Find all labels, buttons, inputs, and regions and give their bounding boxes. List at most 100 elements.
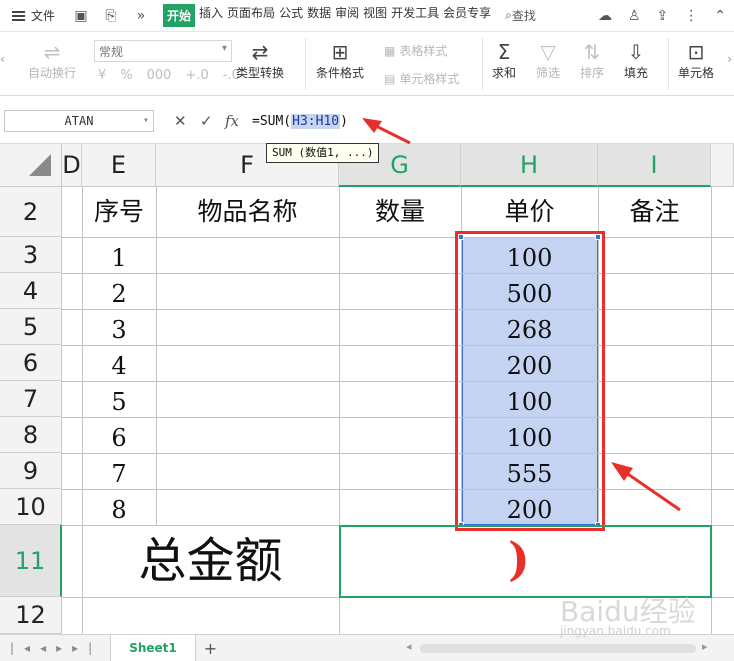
gridline — [62, 453, 734, 454]
cell-i2[interactable]: 备注 — [598, 187, 711, 237]
sigma-icon: Σ — [497, 40, 511, 64]
row-header-9[interactable]: 9 — [0, 453, 62, 489]
thousands-button[interactable]: 000 — [147, 68, 172, 83]
filter-button[interactable]: ▽ 筛选 — [536, 40, 560, 81]
name-box[interactable]: ATAN — [4, 110, 154, 132]
tab-developer[interactable]: 开发工具 — [391, 4, 439, 27]
file-menu[interactable]: 文件 — [12, 7, 57, 24]
share-icon[interactable]: ⇪ — [657, 8, 669, 24]
row-header-11[interactable]: 11 — [0, 525, 62, 597]
cell-h2[interactable]: 单价 — [461, 187, 598, 237]
sort-button[interactable]: ⇅ 排序 — [580, 40, 604, 81]
formula-input[interactable]: =SUM(H3:H10) — [252, 110, 348, 132]
row-header-12[interactable]: 12 — [0, 597, 62, 634]
cell-style-button[interactable]: ▤ 单元格样式 — [384, 70, 459, 87]
currency-button[interactable]: ¥ — [98, 68, 106, 83]
formula-bar: ATAN ✕ ✓ fx =SUM(H3:H10) — [0, 96, 734, 144]
table-style-icon: ▦ — [384, 43, 396, 58]
cell-e4[interactable]: 2 — [82, 273, 156, 309]
number-format-buttons: ¥ % 000 +.0 -.0 — [98, 68, 240, 83]
conditional-format-button[interactable]: ⊞ 条件格式 — [316, 40, 364, 81]
formula-prefix: =SUM( — [252, 113, 292, 129]
cell-e3[interactable]: 1 — [82, 237, 156, 273]
scroll-right-icon[interactable]: ▸ — [702, 640, 708, 653]
row-header-3[interactable]: 3 — [0, 237, 62, 273]
row-header-6[interactable]: 6 — [0, 345, 62, 381]
collapse-icon[interactable]: ⌃ — [714, 8, 726, 24]
cell-style-icon: ▤ — [384, 71, 396, 86]
auto-wrap-button[interactable]: ⇌ 自动换行 — [28, 40, 76, 81]
tab-insert[interactable]: 插入 — [199, 4, 223, 27]
sum-button[interactable]: Σ 求和 — [492, 40, 516, 81]
fx-icon[interactable]: fx — [225, 112, 239, 130]
tab-review[interactable]: 审阅 — [335, 4, 359, 27]
sheet-tab-sheet1[interactable]: Sheet1 — [110, 634, 196, 661]
cell-e9[interactable]: 7 — [82, 453, 156, 489]
cell-e10[interactable]: 8 — [82, 489, 156, 525]
tab-data[interactable]: 数据 — [307, 4, 331, 27]
cloud-icon[interactable]: ☁ — [598, 8, 612, 24]
cell-e6[interactable]: 4 — [82, 345, 156, 381]
grid-icon: ⊞ — [331, 40, 349, 64]
increase-decimal-button[interactable]: +.0 — [185, 68, 208, 83]
column-header-i[interactable]: I — [598, 144, 711, 187]
cell-g2[interactable]: 数量 — [339, 187, 461, 237]
tab-view[interactable]: 视图 — [363, 4, 387, 27]
number-format-select[interactable]: 常规 — [94, 40, 232, 62]
cancel-icon[interactable]: ✕ — [174, 112, 187, 130]
more-icon[interactable]: ⋮ — [684, 8, 698, 24]
column-header-h[interactable]: H — [461, 144, 598, 187]
search-box[interactable]: ⌕ 查找 — [505, 7, 536, 24]
tab-home[interactable]: 开始 — [163, 4, 196, 27]
range-highlight-box — [455, 231, 605, 531]
confirm-icon[interactable]: ✓ — [200, 112, 213, 130]
cell-button[interactable]: ⊡ 单元格 — [678, 40, 714, 81]
ribbon-scroll-left-icon[interactable]: ‹ — [0, 52, 5, 66]
user-icon[interactable]: ♙ — [628, 8, 641, 24]
fill-button[interactable]: ⇩ 填充 — [624, 40, 648, 81]
cell-e5[interactable]: 3 — [82, 309, 156, 345]
gridline — [62, 237, 734, 238]
sum-label: 求和 — [492, 66, 517, 80]
cell-e8[interactable]: 6 — [82, 417, 156, 453]
row-header-4[interactable]: 4 — [0, 273, 62, 309]
scroll-left-icon[interactable]: ◂ — [406, 640, 412, 653]
row-header-5[interactable]: 5 — [0, 309, 62, 345]
column-header-j[interactable] — [711, 144, 734, 187]
tab-formulas[interactable]: 公式 — [279, 4, 303, 27]
ribbon-scroll-right-icon[interactable]: › — [727, 52, 732, 66]
wrap-icon: ⇌ — [43, 40, 61, 64]
row-header-2[interactable]: 2 — [0, 187, 62, 237]
formula-in-cell: ) — [508, 532, 530, 586]
row-header-8[interactable]: 8 — [0, 417, 62, 453]
add-sheet-button[interactable]: + — [204, 639, 217, 658]
horizontal-scrollbar[interactable] — [420, 644, 696, 653]
undo-history-icon[interactable]: ⎘ — [103, 8, 119, 24]
select-all-corner[interactable] — [0, 144, 62, 187]
gridline — [62, 489, 734, 490]
column-header-e[interactable]: E — [82, 144, 156, 187]
ribbon-toolbar: ‹ ⇌ 自动换行 常规 ¥ % 000 +.0 -.0 ⇄ 类型转换 ⊞ 条件格… — [0, 32, 734, 96]
ribbon-divider — [482, 38, 483, 90]
hamburger-icon — [12, 10, 25, 21]
sheet-nav-icons[interactable]: |◂◂▸▸| — [10, 641, 102, 655]
cell-total-label[interactable]: 总金额 — [82, 525, 339, 597]
gridline — [62, 309, 734, 310]
sort-label: 排序 — [580, 66, 605, 80]
table-style-button[interactable]: ▦ 表格样式 — [384, 42, 447, 59]
search-label: 查找 — [511, 9, 536, 23]
type-convert-button[interactable]: ⇄ 类型转换 — [236, 40, 284, 81]
cell-e7[interactable]: 5 — [82, 381, 156, 417]
row-header-10[interactable]: 10 — [0, 489, 62, 525]
more-menu-icon[interactable]: » — [133, 8, 149, 24]
cell-icon: ⊡ — [687, 40, 705, 64]
search-icon: ⌕ — [505, 8, 512, 22]
cell-e2[interactable]: 序号 — [82, 187, 156, 237]
row-header-7[interactable]: 7 — [0, 381, 62, 417]
percent-button[interactable]: % — [120, 68, 132, 83]
save-icon[interactable]: ▣ — [73, 8, 89, 24]
cell-f2[interactable]: 物品名称 — [156, 187, 339, 237]
column-header-d[interactable]: D — [62, 144, 82, 187]
tab-member[interactable]: 会员专享 — [443, 4, 491, 27]
tab-page-layout[interactable]: 页面布局 — [227, 4, 275, 27]
